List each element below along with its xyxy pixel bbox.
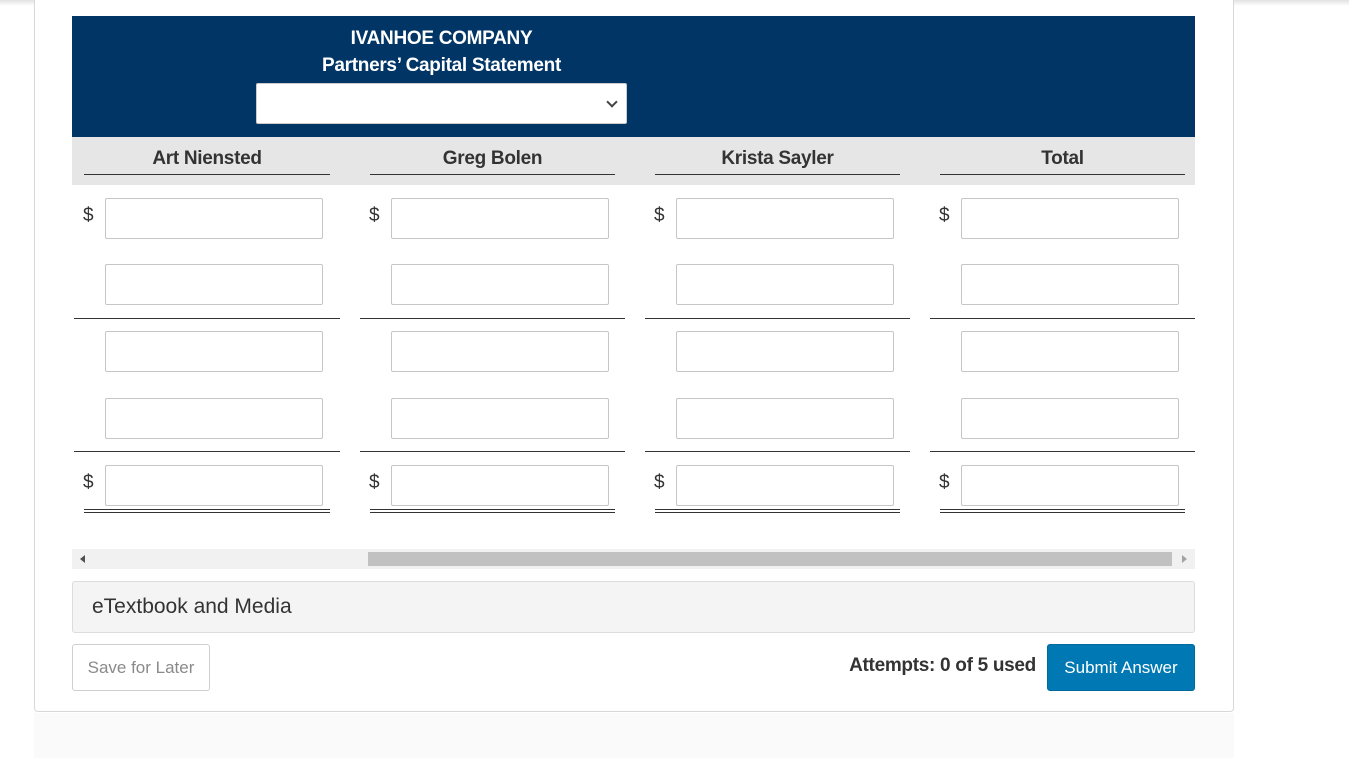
- subtotal-rule: [74, 318, 340, 319]
- dollar-sign: $: [83, 205, 94, 226]
- row3-greg-bolen-input[interactable]: [391, 331, 609, 372]
- dollar-sign: $: [369, 472, 380, 493]
- row2-art-niensted-input[interactable]: [105, 264, 323, 305]
- dollar-sign: $: [939, 472, 950, 493]
- subtotal-rule: [645, 318, 910, 319]
- row4-greg-bolen-input[interactable]: [391, 398, 609, 439]
- double-underline: [370, 509, 615, 513]
- date-select[interactable]: [256, 83, 627, 124]
- subtotal-rule: [930, 451, 1195, 452]
- subtotal-rule: [360, 451, 625, 452]
- double-underline: [84, 509, 330, 513]
- subtotal-rule: [360, 318, 625, 319]
- row1-greg-bolen-input[interactable]: [391, 198, 609, 239]
- double-underline: [940, 509, 1185, 513]
- chevron-down-icon: [606, 96, 618, 108]
- subtotal-rule: [645, 451, 910, 452]
- row2-greg-bolen-input[interactable]: [391, 264, 609, 305]
- scroll-right-icon[interactable]: [1182, 555, 1187, 563]
- row1-total-input[interactable]: [961, 198, 1179, 239]
- row5-total-input[interactable]: [961, 465, 1179, 506]
- statement-title: Partners’ Capital Statement: [322, 55, 561, 76]
- column-header-art-niensted: Art Niensted: [84, 148, 330, 175]
- etextbook-media-label: eTextbook and Media: [92, 595, 292, 618]
- row3-krista-sayler-input[interactable]: [676, 331, 894, 372]
- subtotal-rule: [930, 318, 1195, 319]
- dollar-sign: $: [654, 205, 665, 226]
- dollar-sign: $: [83, 472, 94, 493]
- row4-art-niensted-input[interactable]: [105, 398, 323, 439]
- row4-total-input[interactable]: [961, 398, 1179, 439]
- row5-krista-sayler-input[interactable]: [676, 465, 894, 506]
- attempts-counter: Attempts: 0 of 5 used: [849, 655, 1036, 676]
- row5-art-niensted-input[interactable]: [105, 465, 323, 506]
- company-name: IVANHOE COMPANY: [350, 28, 533, 49]
- save-for-later-button[interactable]: Save for Later: [72, 644, 210, 691]
- row1-krista-sayler-input[interactable]: [676, 198, 894, 239]
- row2-krista-sayler-input[interactable]: [676, 264, 894, 305]
- column-header-krista-sayler: Krista Sayler: [655, 148, 900, 175]
- dollar-sign: $: [369, 205, 380, 226]
- row4-krista-sayler-input[interactable]: [676, 398, 894, 439]
- below-card-area: [34, 713, 1234, 758]
- scrollbar-thumb[interactable]: [368, 552, 1172, 566]
- dollar-sign: $: [939, 205, 950, 226]
- column-header-total: Total: [940, 148, 1185, 175]
- scroll-left-icon[interactable]: [80, 555, 85, 563]
- subtotal-rule: [74, 451, 340, 452]
- submit-answer-button[interactable]: Submit Answer: [1047, 644, 1195, 691]
- row5-greg-bolen-input[interactable]: [391, 465, 609, 506]
- row1-art-niensted-input[interactable]: [105, 198, 323, 239]
- statement-header: [72, 16, 1195, 137]
- etextbook-media-panel[interactable]: eTextbook and Media: [72, 581, 1195, 633]
- row3-art-niensted-input[interactable]: [105, 331, 323, 372]
- double-underline: [655, 509, 900, 513]
- row3-total-input[interactable]: [961, 331, 1179, 372]
- horizontal-scrollbar[interactable]: [72, 549, 1195, 569]
- column-header-greg-bolen: Greg Bolen: [370, 148, 615, 175]
- dollar-sign: $: [654, 472, 665, 493]
- row2-total-input[interactable]: [961, 264, 1179, 305]
